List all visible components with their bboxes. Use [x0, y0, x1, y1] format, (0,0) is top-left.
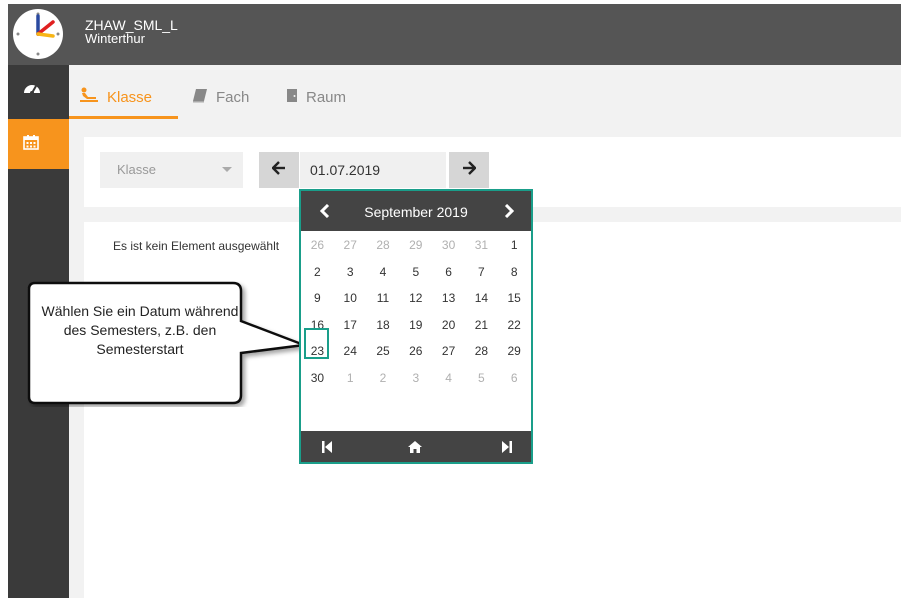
- tab-bar: Klasse Fach Raum: [69, 65, 901, 119]
- datepicker-day[interactable]: 26: [301, 232, 334, 259]
- datepicker-day[interactable]: 29: [498, 338, 531, 365]
- datepicker-day[interactable]: 14: [465, 285, 498, 312]
- datepicker-day[interactable]: 6: [498, 365, 531, 392]
- datepicker-day[interactable]: 27: [432, 338, 465, 365]
- datepicker-day[interactable]: 8: [498, 259, 531, 286]
- skip-end-icon: [502, 440, 512, 453]
- arrow-right-icon: [462, 160, 477, 180]
- datepicker-footer: [301, 431, 531, 462]
- datepicker-day[interactable]: 5: [465, 365, 498, 392]
- datepicker-week-row: 26 27 28 29 30 31 1: [301, 232, 531, 259]
- datepicker-day[interactable]: 26: [399, 338, 432, 365]
- first-page-button[interactable]: [317, 438, 337, 455]
- datepicker-day[interactable]: 7: [465, 259, 498, 286]
- datepicker-day[interactable]: 28: [465, 338, 498, 365]
- datepicker-day[interactable]: 1: [498, 232, 531, 259]
- callout-text: Wählen Sie ein Datum während des Semeste…: [41, 303, 239, 357]
- datepicker-day[interactable]: 4: [432, 365, 465, 392]
- datepicker-day[interactable]: 29: [399, 232, 432, 259]
- no-selection-message: Es ist kein Element ausgewählt: [113, 239, 280, 253]
- datepicker-day[interactable]: 5: [399, 259, 432, 286]
- org-name: ZHAW_SML_L: [85, 17, 178, 33]
- datepicker-day[interactable]: 4: [367, 259, 400, 286]
- datepicker-day[interactable]: 19: [399, 312, 432, 339]
- datepicker-day[interactable]: 30: [301, 365, 334, 392]
- home-icon: [408, 440, 422, 453]
- previous-month-button[interactable]: [315, 201, 335, 221]
- tab-klasse-label: Klasse: [107, 88, 153, 106]
- tab-raum-label: Raum: [306, 88, 347, 106]
- datepicker-day[interactable]: 25: [367, 338, 400, 365]
- door-icon: [286, 88, 298, 107]
- datepicker-day[interactable]: 6: [432, 259, 465, 286]
- clock-logo-icon[interactable]: [8, 4, 69, 65]
- datepicker-day[interactable]: 27: [334, 232, 367, 259]
- skip-start-icon: [322, 440, 332, 453]
- tab-raum[interactable]: Raum: [286, 87, 346, 107]
- today-button[interactable]: [405, 438, 425, 455]
- datepicker-day[interactable]: 28: [367, 232, 400, 259]
- datepicker-popup: September 2019 26 27 28 29 30 31 1 2 3 4 5 6 7 8 9 10 11…: [299, 189, 533, 464]
- datepicker-day-grid: 26 27 28 29 30 31 1 2 3 4 5 6 7 8 9 10 11 12 13 14 15 16 17 18 1…: [301, 232, 531, 391]
- chevron-down-icon: [222, 167, 232, 172]
- sidebar-item-dashboard[interactable]: [8, 65, 69, 113]
- datepicker-day[interactable]: 24: [334, 338, 367, 365]
- datepicker-day[interactable]: 13: [432, 285, 465, 312]
- datepicker-week-row: 16 17 18 19 20 21 22: [301, 312, 531, 339]
- next-month-button[interactable]: [499, 201, 519, 221]
- datepicker-week-row: 23 24 25 26 27 28 29: [301, 338, 531, 365]
- datepicker-day[interactable]: 18: [367, 312, 400, 339]
- datepicker-week-row: 9 10 11 12 13 14 15: [301, 285, 531, 312]
- tab-fach[interactable]: Fach: [192, 87, 249, 107]
- datepicker-day[interactable]: 2: [301, 259, 334, 286]
- tab-fach-label: Fach: [216, 88, 250, 106]
- org-city: Winterthur: [85, 31, 145, 46]
- datepicker-day[interactable]: 1: [334, 365, 367, 392]
- next-date-button[interactable]: [449, 152, 489, 188]
- datepicker-day[interactable]: 3: [399, 365, 432, 392]
- datepicker-day[interactable]: 9: [301, 285, 334, 312]
- dashboard-icon: [23, 80, 41, 101]
- calendar-icon: [23, 134, 39, 155]
- datepicker-header: September 2019: [301, 191, 531, 231]
- book-icon: [192, 88, 208, 107]
- datepicker-week-row: 2345678: [301, 259, 531, 286]
- arrow-left-icon: [271, 160, 286, 180]
- chevron-right-icon: [504, 204, 514, 218]
- datepicker-day[interactable]: 20: [432, 312, 465, 339]
- date-input-value: 01.07.2019: [310, 162, 381, 178]
- datepicker-week-row: 30 1 2 3 4 5 6: [301, 365, 531, 392]
- tab-klasse[interactable]: Klasse: [79, 87, 152, 107]
- datepicker-day[interactable]: 17: [334, 312, 367, 339]
- datepicker-day[interactable]: 15: [498, 285, 531, 312]
- datepicker-day[interactable]: 10: [334, 285, 367, 312]
- datepicker-day[interactable]: 21: [465, 312, 498, 339]
- class-icon: [79, 87, 99, 107]
- datepicker-day[interactable]: 31: [465, 232, 498, 259]
- datepicker-day[interactable]: 30: [432, 232, 465, 259]
- datepicker-day[interactable]: 22: [498, 312, 531, 339]
- previous-date-button[interactable]: [259, 152, 299, 188]
- datepicker-day[interactable]: 3: [334, 259, 367, 286]
- datepicker-day[interactable]: 2: [367, 365, 400, 392]
- klasse-select-placeholder: Klasse: [117, 162, 157, 177]
- sidebar-item-calendar[interactable]: [8, 119, 69, 169]
- date-input[interactable]: 01.07.2019: [300, 152, 446, 188]
- last-page-button[interactable]: [497, 438, 517, 455]
- datepicker-day[interactable]: 11: [367, 285, 400, 312]
- datepicker-day[interactable]: 12: [399, 285, 432, 312]
- highlighted-date-marker: [304, 328, 329, 359]
- chevron-left-icon: [320, 204, 330, 218]
- datepicker-month-label[interactable]: September 2019: [341, 204, 491, 220]
